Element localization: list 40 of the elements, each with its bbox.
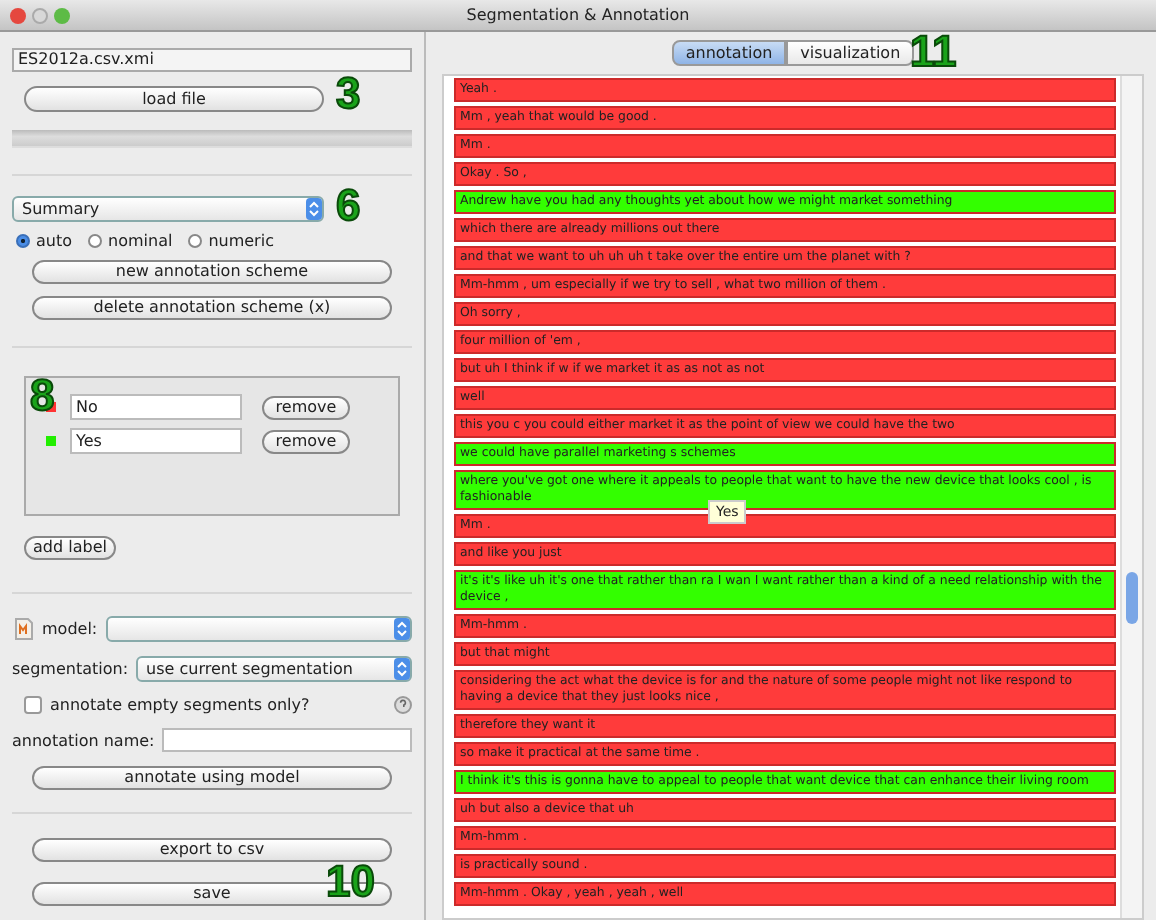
window-title: Segmentation & Annotation	[466, 6, 690, 24]
zoom-button[interactable]	[54, 7, 70, 23]
dropdown-arrows-icon	[394, 618, 410, 640]
label-name-field[interactable]: Yes	[70, 428, 242, 454]
annotation-name-label: annotation name:	[12, 731, 155, 749]
radio-option[interactable]: nominal	[88, 232, 173, 250]
model-dropdown[interactable]	[105, 616, 412, 642]
scheme-button[interactable]: new annotation scheme	[32, 260, 392, 284]
splitter-handle[interactable]	[12, 130, 412, 148]
callout-number: 6	[336, 184, 361, 228]
help-icon[interactable]	[394, 696, 412, 714]
remove-button[interactable]: remove	[262, 395, 350, 419]
callout-number: 8	[30, 374, 55, 418]
annotate-button[interactable]: annotate using model	[32, 766, 392, 790]
callout-number: 11	[910, 30, 957, 74]
file-name-field[interactable]: ES2012a.csv.xmi	[12, 48, 412, 72]
radio-option[interactable]: auto	[16, 232, 73, 250]
action-button[interactable]: export to csv	[32, 838, 392, 862]
checkbox[interactable]	[24, 696, 42, 714]
tab[interactable]: visualization	[786, 40, 915, 66]
radio-option[interactable]: numeric	[188, 232, 274, 250]
annotation-name-field[interactable]	[162, 728, 412, 752]
model-label: model:	[42, 620, 98, 638]
segmentation-label: segmentation:	[12, 660, 129, 678]
remove-button[interactable]: remove	[262, 429, 350, 453]
close-button[interactable]	[10, 7, 26, 23]
checkbox-label: annotate empty segments only?	[50, 696, 312, 714]
document-icon	[14, 618, 34, 640]
add-label-button[interactable]: add label	[24, 536, 116, 560]
segmentation-dropdown[interactable]: use current segmentation	[136, 656, 412, 682]
dropdown-arrows-icon	[306, 198, 322, 220]
scroll-bar[interactable]	[1120, 76, 1142, 918]
load-file-button[interactable]: load file	[24, 86, 324, 112]
scheme-button[interactable]: delete annotation scheme (x)	[32, 296, 392, 320]
dropdown-arrows-icon	[394, 658, 410, 680]
minimize-button[interactable]	[32, 7, 48, 23]
label-name-field[interactable]: No	[70, 394, 242, 420]
callout-number: 3	[336, 72, 361, 116]
tab[interactable]: annotation	[671, 40, 787, 66]
scheme-dropdown[interactable]: Summary	[12, 196, 324, 222]
